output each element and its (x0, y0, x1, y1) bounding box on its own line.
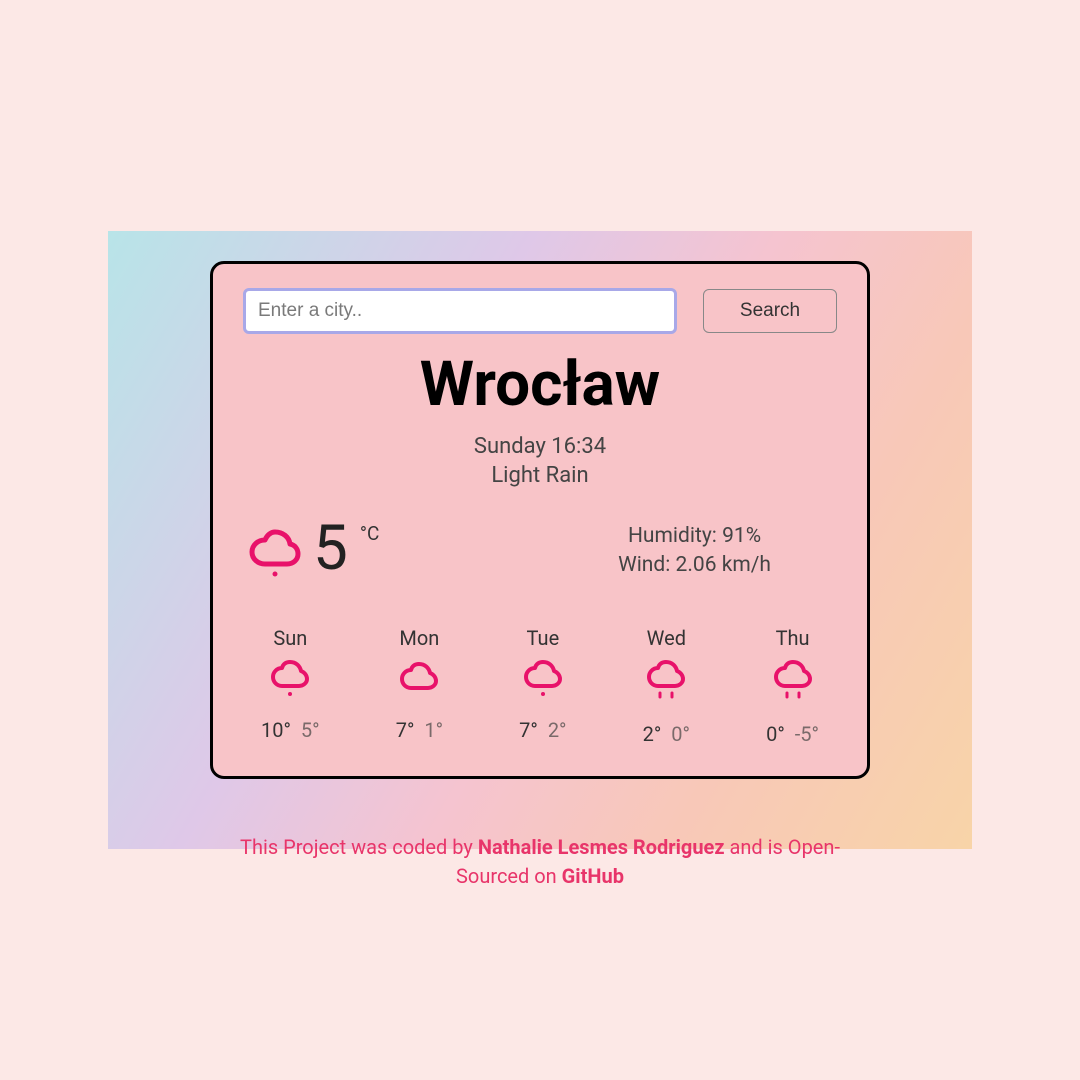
wind-value: 2.06 km/h (676, 553, 771, 577)
forecast-temps: 7° 2° (519, 718, 566, 742)
forecast-day-label: Wed (647, 626, 686, 650)
current-left: 5 °C (249, 518, 379, 586)
forecast-day-label: Thu (776, 626, 810, 650)
forecast-temps: 10° 5° (261, 718, 320, 742)
search-button[interactable]: Search (703, 289, 837, 333)
city-search-input[interactable] (243, 288, 677, 334)
current-datetime: Sunday 16:34 (243, 433, 837, 462)
forecast-day-label: Mon (399, 626, 439, 650)
cloud-icon (399, 656, 439, 704)
current-condition: Light Rain (243, 462, 837, 491)
forecast-day-wed: Wed 2° 0° (643, 626, 690, 746)
author-link[interactable]: Nathalie Lesmes Rodriguez (478, 835, 725, 859)
forecast-low: 0° (671, 722, 690, 746)
drizzle-cloud-icon (646, 656, 686, 708)
drizzle-cloud-icon (773, 656, 813, 708)
forecast-day-thu: Thu 0° -5° (766, 626, 819, 746)
forecast-low: 5° (301, 718, 320, 742)
forecast-high: 2° (643, 722, 662, 746)
forecast-low: 2° (548, 718, 567, 742)
forecast-temps: 0° -5° (766, 722, 819, 746)
forecast-high: 10° (261, 718, 291, 742)
github-link[interactable]: GitHub (562, 864, 624, 888)
current-weather-row: 5 °C Humidity: 91% Wind: 2.06 km/h (243, 518, 837, 586)
forecast-row: Sun 10° 5° Mon (243, 626, 837, 746)
rain-cloud-icon (270, 656, 310, 704)
forecast-high: 7° (396, 718, 415, 742)
humidity-row: Humidity: 91% (618, 522, 771, 550)
search-row: Search (243, 288, 837, 334)
forecast-low: 1° (424, 718, 443, 742)
forecast-high: 7° (519, 718, 538, 742)
forecast-low: -5° (795, 722, 819, 746)
weather-card: Search Wrocław Sunday 16:34 Light Rain 5… (210, 261, 870, 779)
forecast-day-sun: Sun 10° 5° (261, 626, 320, 746)
forecast-temps: 2° 0° (643, 722, 690, 746)
forecast-day-tue: Tue 7° 2° (519, 626, 566, 746)
forecast-temps: 7° 1° (396, 718, 443, 742)
current-details: Humidity: 91% Wind: 2.06 km/h (618, 518, 831, 579)
rain-cloud-icon (249, 524, 301, 586)
humidity-value: 91% (722, 524, 761, 548)
current-temperature: 5 (313, 518, 348, 580)
forecast-high: 0° (766, 722, 785, 746)
city-name: Wrocław (243, 348, 837, 421)
rain-cloud-icon (523, 656, 563, 704)
forecast-day-mon: Mon 7° 1° (396, 626, 443, 746)
forecast-day-label: Tue (527, 626, 560, 650)
datetime-block: Sunday 16:34 Light Rain (243, 433, 837, 490)
forecast-day-label: Sun (273, 626, 307, 650)
gradient-background: Search Wrocław Sunday 16:34 Light Rain 5… (108, 231, 972, 849)
footer-credit: This Project was coded by Nathalie Lesme… (240, 833, 840, 891)
wind-row: Wind: 2.06 km/h (618, 551, 771, 579)
temperature-unit: °C (360, 522, 379, 545)
